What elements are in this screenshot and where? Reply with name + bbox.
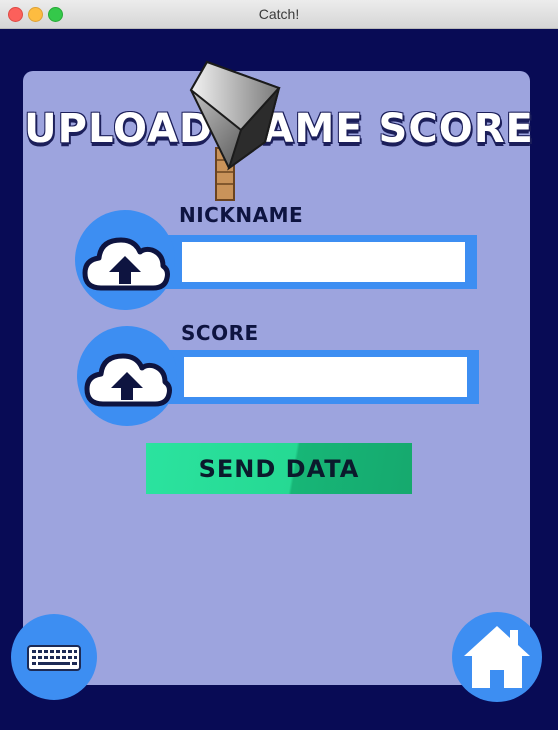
cloud-upload-icon <box>84 353 172 407</box>
cloud-upload-icon <box>82 237 170 291</box>
hammer-cursor-icon <box>189 60 281 201</box>
score-upload-button[interactable] <box>77 326 177 426</box>
nickname-label: NICKNAME <box>179 203 304 227</box>
app-window: Catch! UPLOAD NAME SCORE NICKNAME SCORE … <box>0 0 558 730</box>
keyboard-icon <box>27 645 81 671</box>
home-icon <box>464 626 530 688</box>
nickname-upload-button[interactable] <box>75 210 175 310</box>
home-button[interactable] <box>452 612 542 702</box>
title-bar: Catch! <box>0 0 558 29</box>
keyboard-button[interactable] <box>11 614 97 700</box>
score-input[interactable] <box>184 357 467 397</box>
window-title: Catch! <box>258 6 300 22</box>
score-label: SCORE <box>181 321 259 345</box>
nickname-input[interactable] <box>182 242 465 282</box>
send-data-button[interactable]: SEND DATA <box>146 443 412 494</box>
